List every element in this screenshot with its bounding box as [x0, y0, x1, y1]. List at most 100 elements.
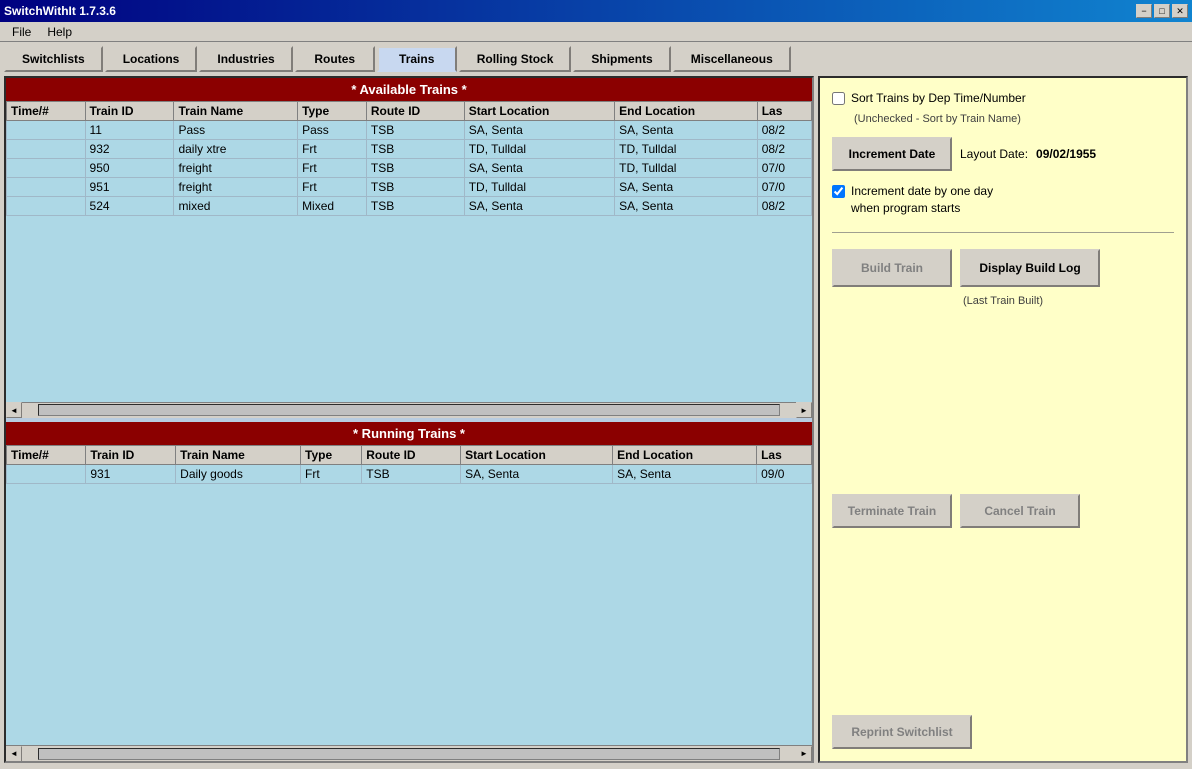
running-trains-scrollbar[interactable]: ◄ ►	[6, 745, 812, 761]
tab-rolling-stock[interactable]: Rolling Stock	[459, 46, 572, 72]
running-train-row[interactable]: 931 Daily goods Frt TSB SA, Senta SA, Se…	[7, 464, 812, 483]
available-train-row[interactable]: 11 Pass Pass TSB SA, Senta SA, Senta 08/…	[7, 121, 812, 140]
menu-help[interactable]: Help	[39, 23, 80, 41]
divider-1	[832, 232, 1174, 233]
col-train-name: Train Name	[174, 102, 298, 121]
run-col-train-id: Train ID	[86, 445, 176, 464]
available-train-row[interactable]: 932 daily xtre Frt TSB TD, Tulldal TD, T…	[7, 140, 812, 159]
col-end-location: End Location	[615, 102, 758, 121]
sort-trains-label: Sort Trains by Dep Time/Number	[851, 90, 1026, 107]
tab-shipments[interactable]: Shipments	[573, 46, 670, 72]
tab-locations[interactable]: Locations	[105, 46, 198, 72]
cell-time	[7, 140, 86, 159]
cell-route: TSB	[366, 159, 464, 178]
cell-end: TD, Tulldal	[615, 159, 758, 178]
cell-route: TSB	[366, 140, 464, 159]
cell-end: TD, Tulldal	[615, 140, 758, 159]
tab-industries[interactable]: Industries	[199, 46, 292, 72]
available-train-row[interactable]: 951 freight Frt TSB TD, Tulldal SA, Sent…	[7, 178, 812, 197]
right-panel: Sort Trains by Dep Time/Number (Unchecke…	[818, 76, 1188, 763]
cell-las: 07/0	[757, 159, 811, 178]
terminate-section: Terminate Train Cancel Train	[832, 494, 1174, 528]
cell-name: freight	[174, 159, 298, 178]
layout-date-prefix: Layout Date:	[960, 147, 1028, 161]
cell-start: TD, Tulldal	[464, 178, 614, 197]
cell-start: SA, Senta	[464, 159, 614, 178]
build-train-button[interactable]: Build Train	[832, 249, 952, 287]
cell-type: Frt	[298, 140, 367, 159]
scroll-left-btn[interactable]: ◄	[6, 402, 22, 418]
run-cell-id: 931	[86, 464, 176, 483]
cell-end: SA, Senta	[615, 178, 758, 197]
tab-miscellaneous[interactable]: Miscellaneous	[673, 46, 791, 72]
cell-route: TSB	[366, 121, 464, 140]
cell-end: SA, Senta	[615, 197, 758, 216]
minimize-button[interactable]: −	[1136, 4, 1152, 18]
available-trains-header-row: Time/# Train ID Train Name Type Route ID…	[7, 102, 812, 121]
run-col-route-id: Route ID	[362, 445, 461, 464]
run-cell-route: TSB	[362, 464, 461, 483]
tab-switchlists[interactable]: Switchlists	[4, 46, 103, 72]
cell-time	[7, 121, 86, 140]
run-col-las: Las	[757, 445, 812, 464]
increment-auto-label: Increment date by one day	[851, 183, 993, 200]
run-col-time-hash: Time/#	[7, 445, 86, 464]
available-train-row[interactable]: 524 mixed Mixed TSB SA, Senta SA, Senta …	[7, 197, 812, 216]
display-build-log-button[interactable]: Display Build Log	[960, 249, 1100, 287]
app-title: SwitchWithIt 1.7.3.6	[4, 4, 116, 18]
col-las: Las	[757, 102, 811, 121]
col-start-location: Start Location	[464, 102, 614, 121]
cell-time	[7, 159, 86, 178]
left-panel: * Available Trains * Time/# Train ID Tra…	[4, 76, 814, 763]
col-type: Type	[298, 102, 367, 121]
maximize-button[interactable]: □	[1154, 4, 1170, 18]
cell-type: Frt	[298, 178, 367, 197]
run-col-start-location: Start Location	[461, 445, 613, 464]
increment-row: Increment Date Layout Date: 09/02/1955	[832, 137, 1174, 171]
terminate-train-button[interactable]: Terminate Train	[832, 494, 952, 528]
running-trains-table-container[interactable]: Time/# Train ID Train Name Type Route ID…	[6, 445, 812, 746]
cell-end: SA, Senta	[615, 121, 758, 140]
reprint-switchlist-button[interactable]: Reprint Switchlist	[832, 715, 972, 749]
menu-file[interactable]: File	[4, 23, 39, 41]
cancel-train-button[interactable]: Cancel Train	[960, 494, 1080, 528]
run-scroll-left-btn[interactable]: ◄	[6, 746, 22, 762]
run-cell-name: Daily goods	[176, 464, 301, 483]
run-scroll-right-btn[interactable]: ►	[796, 746, 812, 762]
sort-unchecked-label: (Unchecked - Sort by Train Name)	[854, 113, 1021, 125]
available-trains-table-container[interactable]: Time/# Train ID Train Name Type Route ID…	[6, 101, 812, 402]
cell-id: 524	[85, 197, 174, 216]
tab-trains[interactable]: Trains	[377, 46, 457, 72]
cell-name: mixed	[174, 197, 298, 216]
run-scroll-track	[38, 748, 780, 760]
run-cell-las: 09/0	[757, 464, 812, 483]
cell-las: 08/2	[757, 140, 811, 159]
cell-id: 950	[85, 159, 174, 178]
sort-trains-checkbox[interactable]	[832, 92, 845, 105]
increment-date-button[interactable]: Increment Date	[832, 137, 952, 171]
cell-las: 07/0	[757, 178, 811, 197]
available-train-row[interactable]: 950 freight Frt TSB SA, Senta TD, Tullda…	[7, 159, 812, 178]
run-cell-time	[7, 464, 86, 483]
build-section: Build Train Display Build Log (Last Trai…	[832, 249, 1174, 307]
main-content: * Available Trains * Time/# Train ID Tra…	[0, 72, 1192, 767]
increment-auto-sub: when program starts	[851, 200, 993, 217]
spacer-2	[832, 540, 1174, 703]
available-trains-table: Time/# Train ID Train Name Type Route ID…	[6, 101, 812, 216]
tab-routes[interactable]: Routes	[295, 46, 375, 72]
sort-trains-row: Sort Trains by Dep Time/Number	[832, 90, 1174, 107]
cell-type: Frt	[298, 159, 367, 178]
close-button[interactable]: ✕	[1172, 4, 1188, 18]
last-train-built-label: (Last Train Built)	[832, 295, 1174, 307]
running-trains-table: Time/# Train ID Train Name Type Route ID…	[6, 445, 812, 484]
cell-route: TSB	[366, 197, 464, 216]
cell-name: Pass	[174, 121, 298, 140]
col-time-hash: Time/#	[7, 102, 86, 121]
increment-auto-checkbox[interactable]	[832, 185, 845, 198]
cell-time	[7, 197, 86, 216]
cell-type: Mixed	[298, 197, 367, 216]
run-cell-type: Frt	[301, 464, 362, 483]
scroll-right-btn[interactable]: ►	[796, 402, 812, 418]
available-trains-scrollbar[interactable]: ◄ ►	[6, 402, 812, 418]
nav-tabs: Switchlists Locations Industries Routes …	[0, 42, 1192, 72]
